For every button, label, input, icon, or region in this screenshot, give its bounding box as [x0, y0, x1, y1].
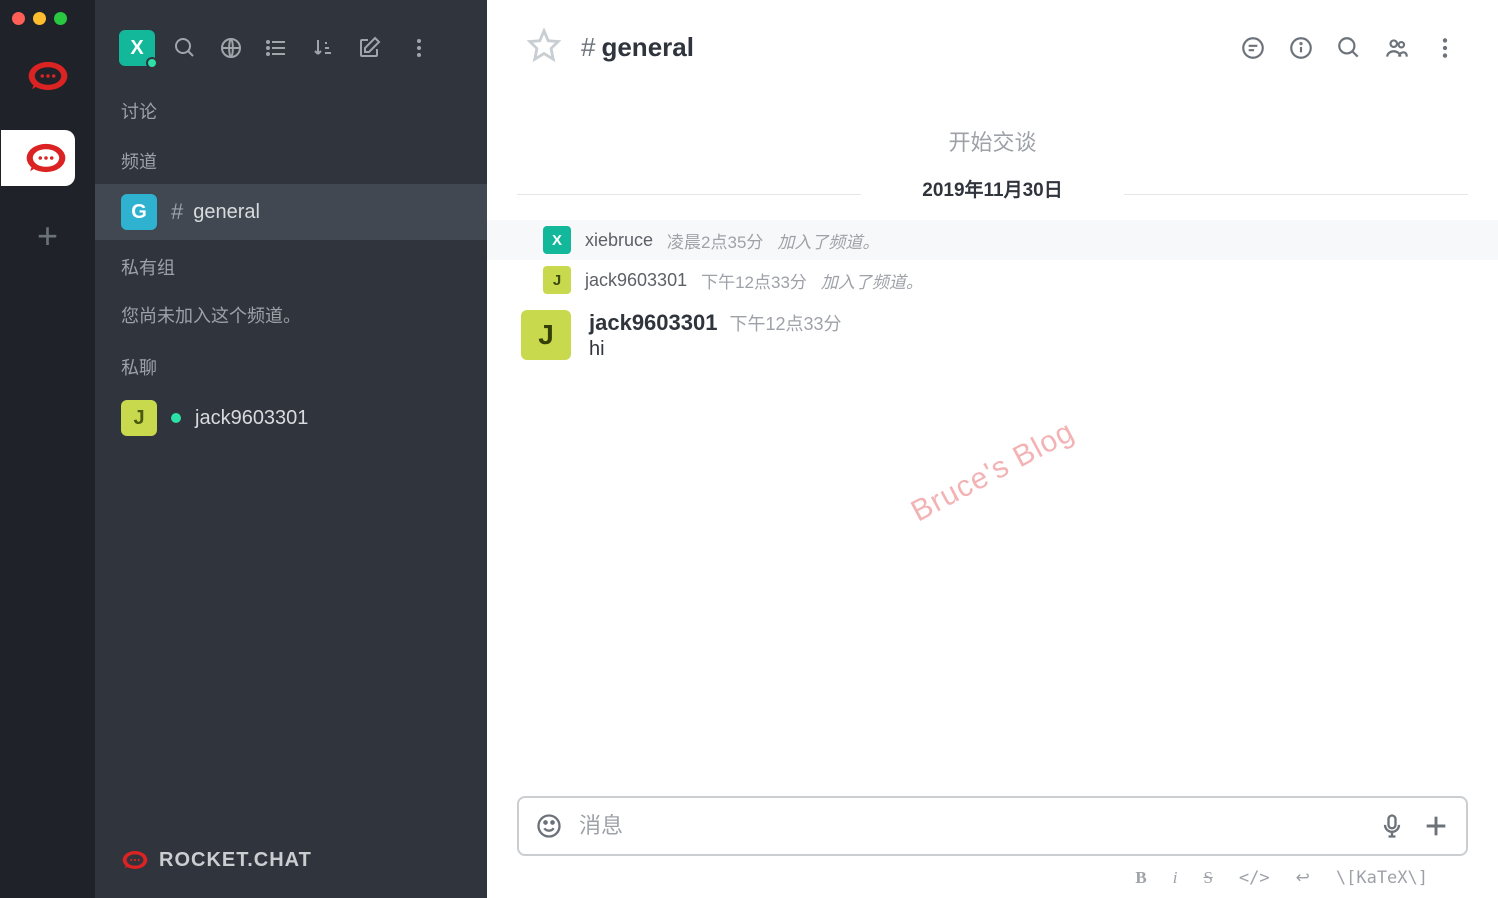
rocketchat-icon: [24, 136, 68, 180]
section-discussions: 讨论: [95, 84, 487, 134]
window-minimize-button[interactable]: [33, 12, 46, 25]
system-action: 加入了频道。: [777, 228, 879, 253]
emoji-button[interactable]: [535, 812, 563, 840]
info-icon: [1288, 35, 1314, 61]
system-time: 下午12点33分: [701, 268, 807, 293]
self-avatar[interactable]: X: [119, 30, 155, 66]
section-direct: 私聊: [95, 340, 487, 390]
rocketchat-icon: [26, 54, 70, 98]
format-italic-button[interactable]: i: [1173, 868, 1178, 888]
composer-section: B i S </> ↩ \[KaTeX\]: [487, 796, 1498, 898]
section-channels: 频道: [95, 134, 487, 184]
search-button[interactable]: [169, 32, 201, 64]
format-bold-button[interactable]: B: [1135, 868, 1146, 888]
globe-icon: [219, 36, 243, 60]
section-private: 私有组: [95, 240, 487, 290]
microphone-icon: [1378, 812, 1406, 840]
members-icon: [1384, 35, 1410, 61]
format-newline-button[interactable]: ↩: [1296, 868, 1310, 888]
private-empty-text: 您尚未加入这个频道。: [95, 290, 487, 340]
system-action: 加入了频道。: [821, 268, 923, 293]
view-mode-button[interactable]: [261, 32, 293, 64]
sidebar-more-button[interactable]: [403, 32, 435, 64]
server-item-1[interactable]: [20, 48, 76, 104]
server-item-2-active[interactable]: [1, 130, 75, 186]
message-row[interactable]: J jack9603301 下午12点33分 hi: [487, 300, 1498, 369]
channel-name-text: general: [601, 32, 694, 63]
hash-icon: #: [581, 32, 595, 63]
message-time: 下午12点33分: [729, 310, 841, 336]
system-user: xiebruce: [585, 230, 653, 251]
message-avatar: J: [521, 310, 571, 360]
list-icon: [265, 36, 289, 60]
message-text: hi: [589, 338, 1458, 361]
members-button[interactable]: [1384, 35, 1410, 61]
compose-icon: [357, 36, 381, 60]
system-avatar: J: [543, 266, 571, 294]
dm-item-jack[interactable]: J jack9603301: [95, 390, 487, 446]
add-server-button[interactable]: +: [24, 212, 72, 260]
window-close-button[interactable]: [12, 12, 25, 25]
main-area: # general 开始交谈 2019年11月30日 X xi: [487, 0, 1498, 898]
kebab-icon: [1432, 35, 1458, 61]
avatar-letter: X: [130, 37, 143, 60]
presence-online-icon: [171, 413, 181, 423]
search-icon: [1336, 35, 1362, 61]
sort-icon: [311, 36, 335, 60]
hash-icon: #: [171, 199, 183, 225]
watermark: Bruce's Blog: [905, 415, 1079, 529]
system-message-row[interactable]: X xiebruce 凌晨2点35分 加入了频道。: [487, 220, 1498, 260]
favorite-button[interactable]: [527, 28, 561, 67]
system-user: jack9603301: [585, 270, 687, 291]
threads-icon: [1240, 35, 1266, 61]
plus-icon: [1422, 812, 1450, 840]
window-maximize-button[interactable]: [54, 12, 67, 25]
sort-button[interactable]: [307, 32, 339, 64]
window-controls: [12, 12, 67, 25]
channel-more-button[interactable]: [1432, 35, 1458, 61]
emoji-icon: [535, 812, 563, 840]
start-conversation-text: 开始交谈: [487, 101, 1498, 167]
message-input[interactable]: [579, 813, 1362, 839]
dm-avatar: J: [121, 400, 157, 436]
sidebar-header: X: [95, 0, 487, 84]
channel-name: general: [193, 201, 260, 224]
format-katex-button[interactable]: \[KaTeX\]: [1336, 868, 1428, 888]
channel-header: # general: [487, 0, 1498, 91]
format-code-button[interactable]: </>: [1239, 868, 1270, 888]
rocketchat-logo-icon: [121, 846, 149, 874]
messages-area[interactable]: 开始交谈 2019年11月30日 X xiebruce 凌晨2点35分 加入了频…: [487, 91, 1498, 796]
attach-button[interactable]: [1422, 812, 1450, 840]
server-bar: +: [0, 0, 95, 898]
message-user: jack9603301: [589, 310, 717, 336]
audio-button[interactable]: [1378, 812, 1406, 840]
format-bar: B i S </> ↩ \[KaTeX\]: [517, 856, 1468, 892]
channel-title[interactable]: # general: [581, 32, 694, 63]
star-icon: [527, 28, 561, 62]
system-avatar: X: [543, 226, 571, 254]
directory-button[interactable]: [215, 32, 247, 64]
format-strike-button[interactable]: S: [1203, 868, 1212, 888]
sidebar: X 讨论 频道 G # general 私有组 您尚未加入这个频道。: [95, 0, 487, 898]
info-button[interactable]: [1288, 35, 1314, 61]
status-online-dot: [146, 57, 158, 69]
sidebar-footer: ROCKET.CHAT: [121, 846, 312, 874]
system-message-row[interactable]: J jack9603301 下午12点33分 加入了频道。: [487, 260, 1498, 300]
kebab-icon: [407, 36, 431, 60]
create-new-button[interactable]: [353, 32, 385, 64]
search-messages-button[interactable]: [1336, 35, 1362, 61]
threads-button[interactable]: [1240, 35, 1266, 61]
search-icon: [173, 36, 197, 60]
channel-item-general[interactable]: G # general: [95, 184, 487, 240]
channel-avatar: G: [121, 194, 157, 230]
date-divider: 2019年11月30日: [487, 167, 1498, 220]
dm-username: jack9603301: [195, 407, 308, 430]
system-time: 凌晨2点35分: [667, 228, 763, 253]
message-composer[interactable]: [517, 796, 1468, 856]
footer-brand-text: ROCKET.CHAT: [159, 849, 312, 872]
